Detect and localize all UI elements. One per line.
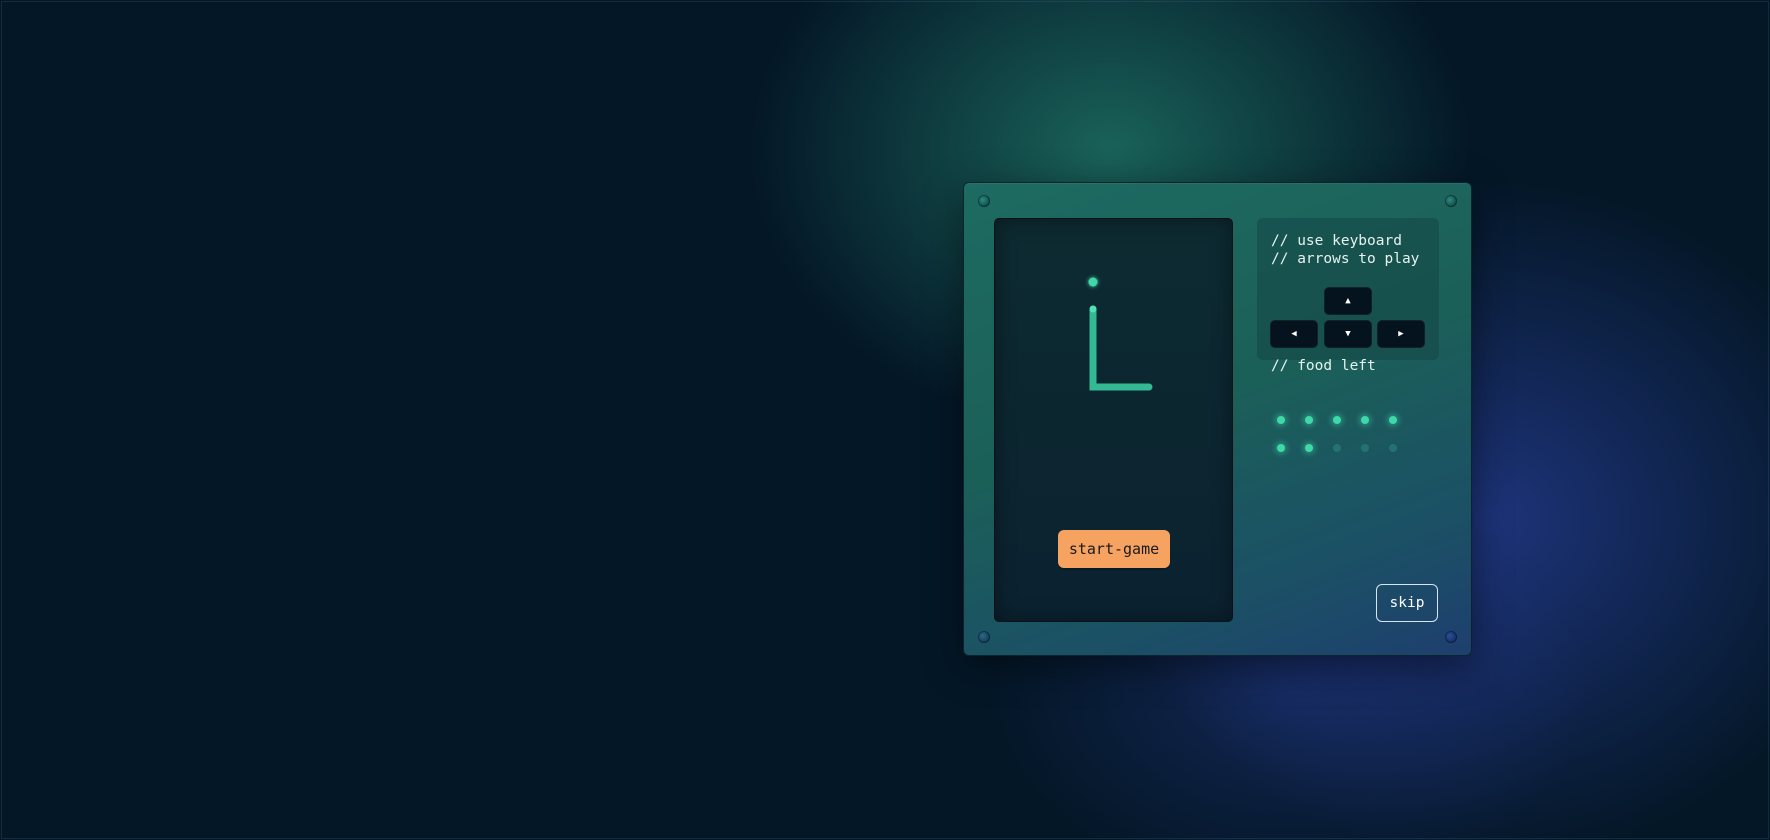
food-remaining-dot	[1277, 416, 1285, 424]
arrow-left-key[interactable]: ◀	[1270, 320, 1318, 348]
game-panel: start-game // use keyboard // arrows to …	[963, 182, 1472, 656]
food-eaten-dot	[1333, 444, 1341, 452]
food-remaining-dot	[1333, 416, 1341, 424]
start-game-button[interactable]: start-game	[1058, 530, 1170, 568]
food-eaten-dot	[1361, 444, 1369, 452]
food-left-label: // food left	[1271, 358, 1376, 374]
controls-panel: // use keyboard // arrows to play ▲ ◀ ▼ …	[1257, 218, 1439, 360]
screw-icon	[1445, 195, 1457, 207]
page-frame	[1, 1, 1769, 839]
snake-head	[1089, 305, 1097, 313]
food-remaining-dot	[1305, 416, 1313, 424]
arrow-left-icon: ◀	[1291, 329, 1297, 339]
snake-body	[1089, 305, 1153, 391]
arrow-right-key[interactable]: ▶	[1377, 320, 1425, 348]
arrow-up-icon: ▲	[1345, 296, 1351, 306]
controls-hint-line-2: // arrows to play	[1271, 251, 1420, 267]
skip-button[interactable]: skip	[1376, 584, 1438, 622]
arrow-right-icon: ▶	[1398, 329, 1404, 339]
food-pellet-icon	[1088, 277, 1098, 287]
screw-icon	[1445, 631, 1457, 643]
arrow-down-icon: ▼	[1345, 329, 1351, 339]
screw-icon	[978, 631, 990, 643]
food-remaining-dot	[1361, 416, 1369, 424]
food-remaining-dot	[1305, 444, 1313, 452]
food-remaining-dot	[1389, 416, 1397, 424]
game-board[interactable]: start-game	[994, 218, 1233, 622]
food-eaten-dot	[1389, 444, 1397, 452]
arrow-down-key[interactable]: ▼	[1324, 320, 1372, 348]
food-remaining-dot	[1277, 444, 1285, 452]
arrow-up-key[interactable]: ▲	[1324, 287, 1372, 315]
controls-hint-line-1: // use keyboard	[1271, 233, 1402, 249]
screw-icon	[978, 195, 990, 207]
